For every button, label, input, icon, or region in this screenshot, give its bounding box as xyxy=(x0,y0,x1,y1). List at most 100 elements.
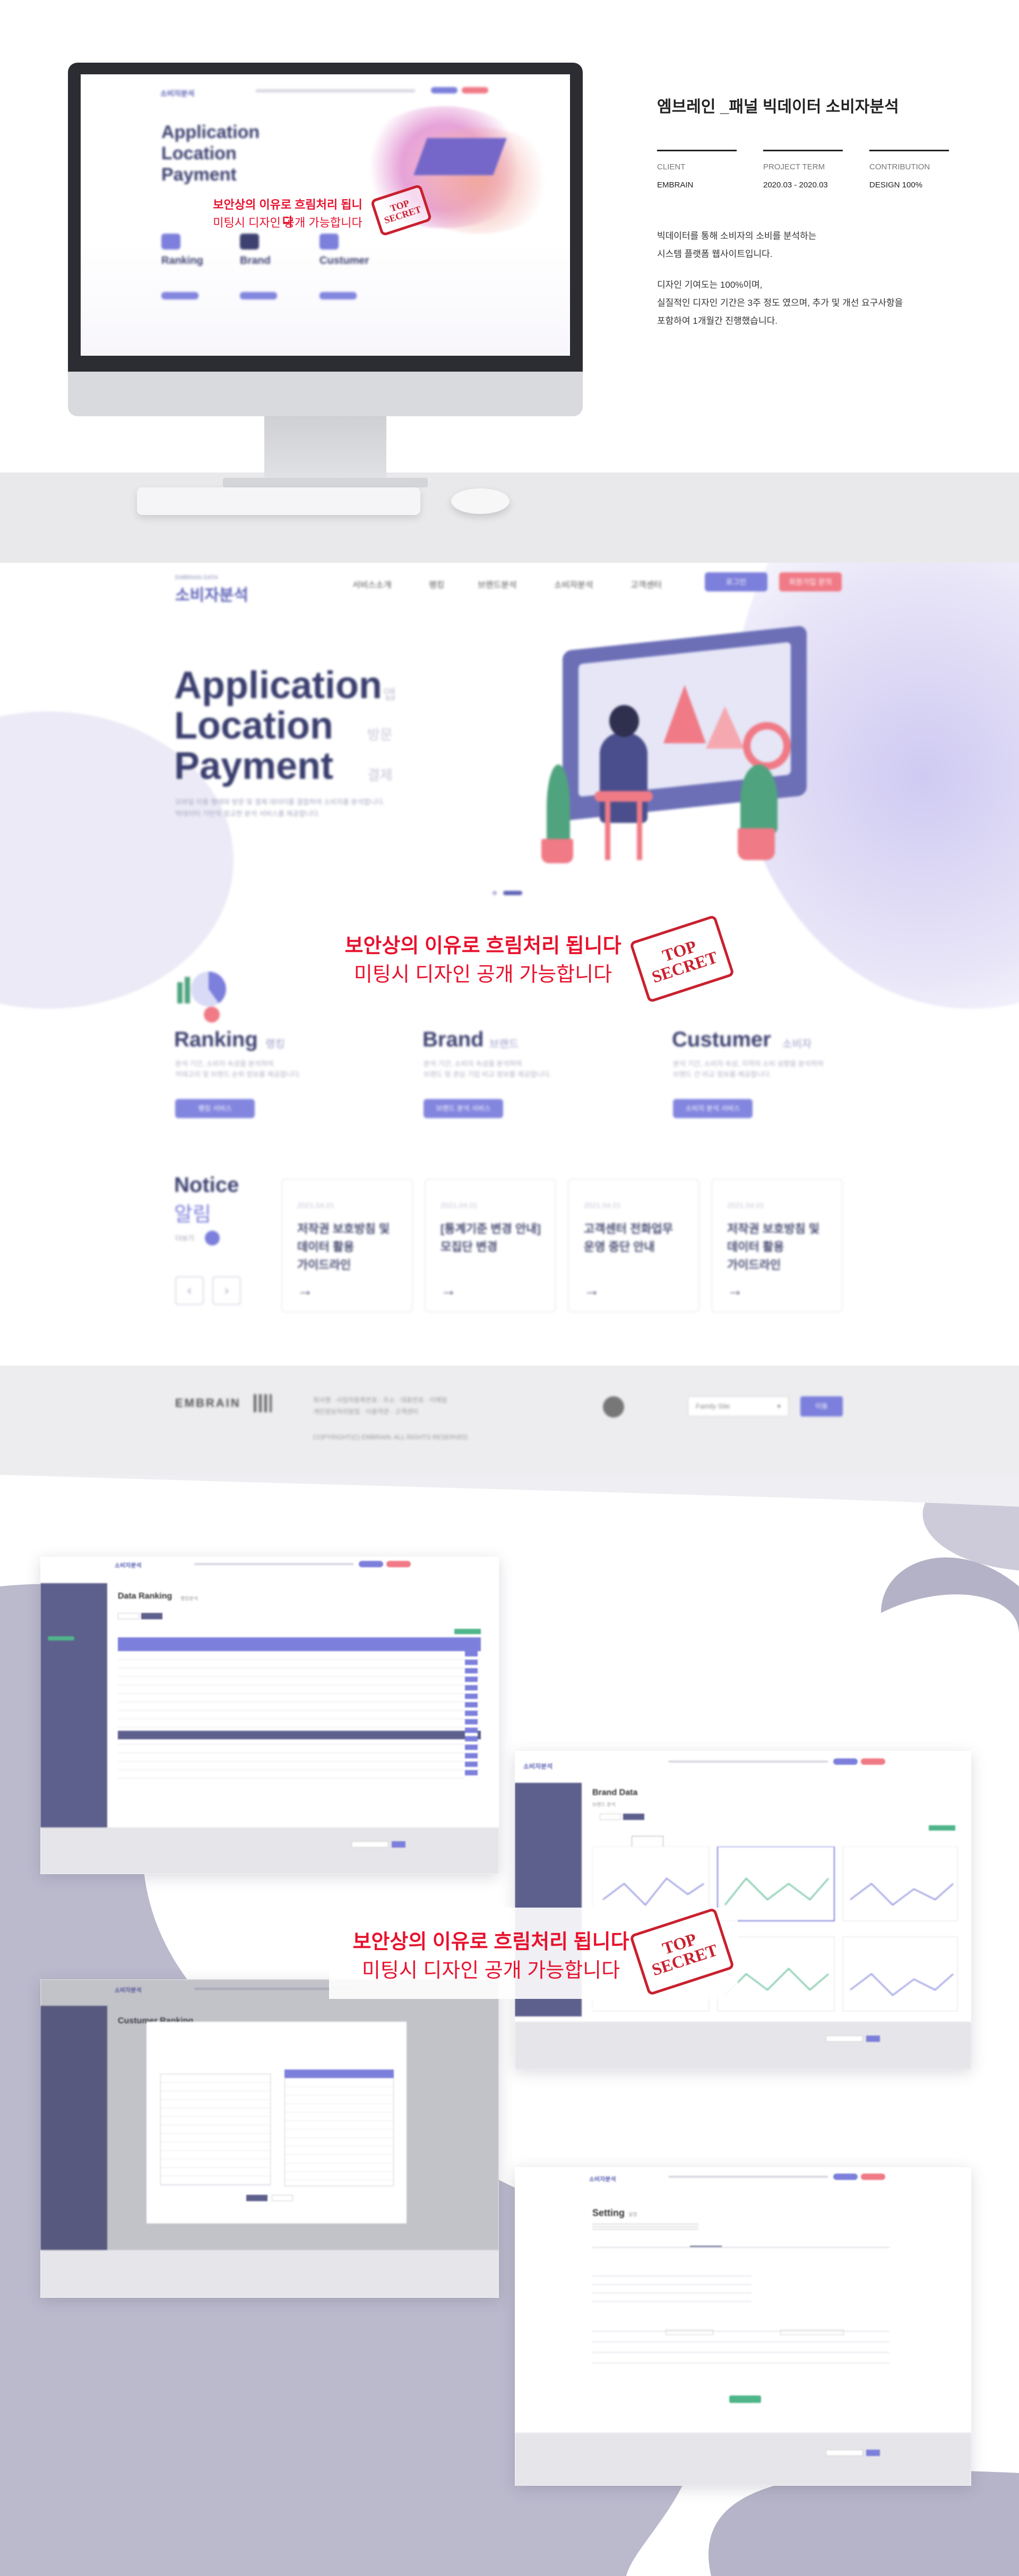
feature-brand-desc2: 브랜드 및 관심 기업 비교 정보를 제공합니다. xyxy=(424,1070,551,1078)
footer-info-line1: 회사명 · 사업자등록번호 · 주소 · 대표번호 · 이메일 xyxy=(313,1396,447,1404)
notice-more[interactable]: 더보기 xyxy=(175,1233,194,1243)
site-logo[interactable]: 소비자분석 xyxy=(175,582,248,605)
screen-feature-custumer: Custumer xyxy=(319,255,369,267)
hero-desc-line1: 모바일 이용 행태와 방문 및 결제 데이터를 결합하여 소비자를 분석합니다. xyxy=(175,798,385,806)
feature-brand-title: Brand xyxy=(422,1028,484,1051)
shot-logo: 소비자분석 xyxy=(115,1562,142,1569)
award-icon xyxy=(603,1396,624,1418)
watermark-line2: 미팅시 디자인 공개 가능합니다 xyxy=(361,1960,620,1982)
family-go-button[interactable]: 이동 xyxy=(800,1396,843,1416)
feature-brand-desc1: 분석 기간, 소비자 속성을 분석하여 xyxy=(424,1060,522,1068)
monitor-base xyxy=(223,478,428,487)
ranking-service-button[interactable]: 랭킹 서비스 xyxy=(175,1099,255,1118)
shot-title: Data Ranking xyxy=(118,1592,172,1601)
mouse-image xyxy=(451,488,510,514)
notice-text: 데이터 활용 xyxy=(727,1240,784,1253)
watermark-line2: 미팅시 디자인 공개 가능합니다 xyxy=(353,964,612,986)
screen-hero-payment: Payment xyxy=(161,165,237,185)
notice-title: Notice xyxy=(174,1173,239,1197)
nav-service[interactable]: 서비스소개 xyxy=(352,578,392,590)
nav-support[interactable]: 고객센터 xyxy=(631,578,662,590)
footer-brand: EMBRAIN xyxy=(175,1396,241,1410)
feature-custumer-desc2: 브랜드 간 비교 정보를 제공합니다. xyxy=(673,1070,772,1078)
site-footer: EMBRAIN 회사명 · 사업자등록번호 · 주소 · 대표번호 · 이메일 … xyxy=(0,1366,1019,1475)
nav-brand[interactable]: 브랜드분석 xyxy=(478,578,517,590)
notice-text: 저작권 보호방침 및 xyxy=(297,1222,390,1235)
shot-subtitle: 브랜드 분석 xyxy=(592,1802,616,1807)
watermark-line2: 미팅시 디자인 공개 가능합니다 xyxy=(213,216,362,229)
notice-card[interactable]: 2021.04.01 [통계기준 변경 안내] 모집단 변경 → xyxy=(425,1179,556,1312)
arrow-right-icon: → xyxy=(584,1282,600,1299)
desk-surface xyxy=(0,473,1019,563)
screenshot-setting: 소비자분석 Setting 설정 xyxy=(515,2167,971,2486)
project-desc-line: 빅데이터를 통해 소비자의 소비를 분석하는 xyxy=(657,231,817,241)
arrow-right-icon: → xyxy=(297,1282,313,1299)
notice-card[interactable]: 2021.04.01 저작권 보호방침 및 데이터 활용 가이드라인 → xyxy=(711,1179,843,1312)
hero-location: Location xyxy=(174,705,333,747)
project-title: 엠브레인 _패널 빅데이터 소비자분석 xyxy=(657,98,899,116)
contribution-value: DESIGN 100% xyxy=(869,181,923,190)
nav-customer[interactable]: 소비자분석 xyxy=(554,578,593,590)
term-label: PROJECT TERM xyxy=(763,162,825,171)
term-value: 2020.03 - 2020.03 xyxy=(763,181,828,190)
prev-arrow-icon[interactable]: ‹ xyxy=(175,1276,204,1305)
site-main-preview: EMBRAIN DATA 소비자분석 서비스소개 랭킹 브랜드분석 소비자분석 … xyxy=(0,563,1019,1364)
meta-divider xyxy=(657,150,737,151)
screen-feature-ranking: Ranking xyxy=(161,255,203,267)
hero-payment: Payment xyxy=(174,745,334,787)
hero-application: Application xyxy=(174,664,382,707)
join-button[interactable]: 회원가입 문의 xyxy=(779,572,842,591)
hero-sub-app: 앱 xyxy=(383,686,396,702)
login-button[interactable]: 로그인 xyxy=(705,572,767,591)
screen-hero-location: Location xyxy=(161,143,237,164)
shot-title: Brand Data xyxy=(592,1788,638,1797)
qr-icon xyxy=(254,1394,272,1412)
meta-divider xyxy=(763,150,843,151)
feature-brand-sub: 브랜드 xyxy=(489,1038,519,1050)
footer-copyright: COPYRIGHT(C) EMBRAIN. ALL RIGHTS RESERVE… xyxy=(313,1433,470,1441)
feature-ranking-title: Ranking xyxy=(174,1028,258,1051)
notice-date: 2021.04.01 xyxy=(297,1201,335,1209)
notice-text: 가이드라인 xyxy=(727,1258,781,1272)
feature-ranking-sub: 랭킹 xyxy=(265,1038,285,1050)
brand-service-button[interactable]: 브랜드 분석 서비스 xyxy=(424,1099,503,1118)
monitor-screen: 소비자분석 Application Location Payment Ranki… xyxy=(81,74,570,356)
custumer-service-button[interactable]: 소비자 분석 서비스 xyxy=(673,1099,753,1118)
screenshot-data-ranking: 소비자분석 Data Ranking 랭킹분석 xyxy=(40,1557,499,1874)
feature-custumer-sub: 소비자 xyxy=(782,1038,812,1050)
notice-more-icon[interactable] xyxy=(205,1231,220,1246)
screenshot-custumer-ranking: 소비자분석 Custumer Ranking xyxy=(40,1979,499,2298)
notice-text: 데이터 활용 xyxy=(297,1240,355,1253)
feature-custumer-title: Custumer xyxy=(672,1028,771,1051)
arrow-right-icon: → xyxy=(441,1282,456,1299)
watermark-line1: 보안상의 이유로 흐림처리 됩니다 xyxy=(352,1931,629,1953)
notice-card[interactable]: 2021.04.01 고객센터 전화업무 운영 중단 안내 → xyxy=(568,1179,700,1312)
shot-subtitle: 설정 xyxy=(628,2212,637,2217)
monitor-stand xyxy=(264,416,386,484)
contribution-label: CONTRIBUTION xyxy=(869,162,930,171)
notice-text: 운영 중단 안내 xyxy=(584,1240,655,1253)
screen-logo: 소비자분석 xyxy=(160,89,195,98)
family-site-select[interactable]: Family Site ▾ xyxy=(688,1396,789,1416)
project-desc-line: 포함하여 1개월간 진행했습니다. xyxy=(657,316,778,326)
project-desc-line: 디자인 기여도는 100%이며, xyxy=(657,280,763,290)
notice-date: 2021.04.01 xyxy=(441,1201,478,1209)
feature-custumer-desc1: 분석 기간, 소비자 속성, 지역의 소비 성향을 분석하여 xyxy=(673,1060,824,1068)
notice-card[interactable]: 2021.04.01 저작권 보호방침 및 데이터 활용 가이드라인 → xyxy=(281,1179,413,1312)
shot-title: Setting xyxy=(592,2208,625,2218)
hero-sub-pay: 결제 xyxy=(367,767,393,783)
client-value: EMBRAIN xyxy=(657,181,694,190)
hero-desc-line2: 빅데이터 기반의 정교한 분석 서비스를 제공합니다. xyxy=(175,810,320,818)
monitor-chin xyxy=(68,372,583,416)
notice-text: [통계기준 변경 안내] xyxy=(441,1222,541,1235)
next-arrow-icon[interactable]: › xyxy=(212,1276,241,1305)
watermark-line1: 보안상의 이유로 흐림처리 됩니다 xyxy=(344,935,621,957)
shot-subtitle: 랭킹분석 xyxy=(180,1596,198,1601)
project-desc-line: 시스템 플랫폼 웹사이트입니다. xyxy=(657,249,773,259)
notice-text: 모집단 변경 xyxy=(441,1240,498,1253)
ranking-icon xyxy=(175,966,228,1030)
nav-ranking[interactable]: 랭킹 xyxy=(429,578,444,590)
screen-hero-application: Application xyxy=(161,122,260,142)
shot-logo: 소비자분석 xyxy=(589,2176,616,2183)
client-label: CLIENT xyxy=(657,162,686,171)
